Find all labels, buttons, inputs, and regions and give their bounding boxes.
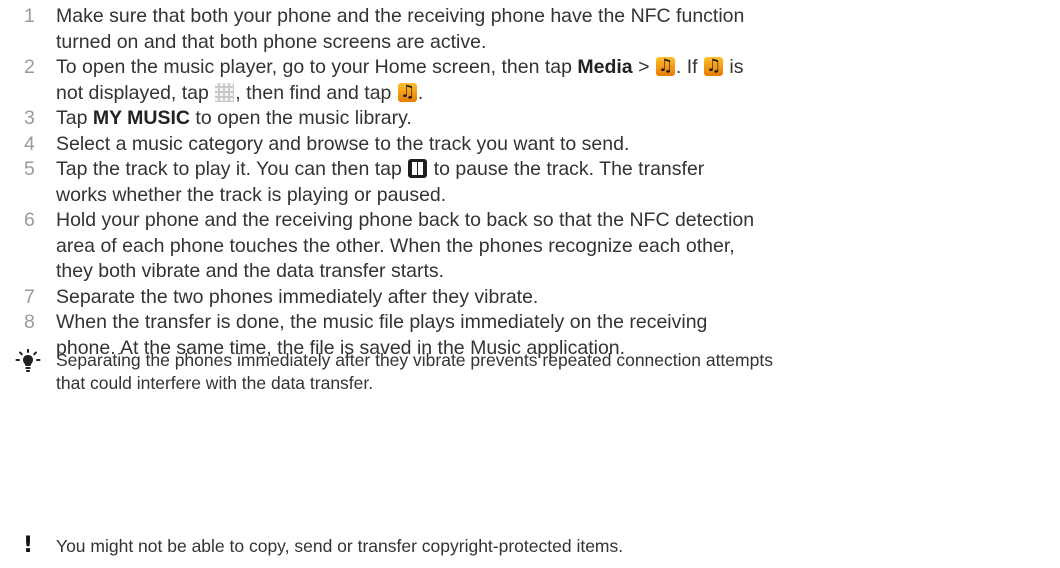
step-4: 4 Select a music category and browse to … <box>24 132 1044 158</box>
pause-icon <box>408 159 428 178</box>
warning-text: You might not be able to copy, send or t… <box>56 536 624 556</box>
step-text: Tap MY MUSIC to open the music library. <box>56 106 1044 132</box>
step-text: Hold your phone and the receiving phone … <box>56 208 1044 285</box>
step-line: To open the music player, go to your Hom… <box>56 55 1044 81</box>
step-line: When the transfer is done, the music fil… <box>56 311 708 333</box>
media-label: Media <box>577 56 633 78</box>
step-line: Hold your phone and the receiving phone … <box>56 209 755 231</box>
step-line: turned on and that both phone screens ar… <box>56 30 487 53</box>
exclamation-icon: ! <box>22 533 34 558</box>
step-text-fragment: not displayed, tap <box>56 81 215 104</box>
music-player-icon <box>703 55 723 77</box>
step-text: To open the music player, go to your Hom… <box>56 55 1044 106</box>
step-text-fragment: to pause the track. The transfer <box>428 158 705 180</box>
step-text-fragment: To open the music player, go to your Hom… <box>56 56 578 78</box>
step-text-fragment: is <box>723 56 744 78</box>
step-line: they both vibrate and the data transfer … <box>56 260 445 282</box>
step-6: 6 Hold your phone and the receiving phon… <box>24 208 1044 285</box>
step-text: Tap the track to play it. You can then t… <box>56 157 1044 208</box>
music-player-icon <box>397 81 417 103</box>
step-line: not displayed, tap , then find and tap . <box>56 81 1044 107</box>
step-line: area of each phone touches the other. Wh… <box>56 234 735 257</box>
music-player-icon <box>655 55 675 77</box>
step-text-fragment: > <box>632 56 655 78</box>
step-line: Tap MY MUSIC to open the music library. <box>56 106 1044 132</box>
step-line: Make sure that both your phone and the r… <box>56 5 745 27</box>
step-number: 6 <box>24 209 35 231</box>
step-line: works whether the track is playing or pa… <box>56 183 447 206</box>
tip-line: that could interfere with the data trans… <box>56 373 374 393</box>
step-5: 5 Tap the track to play it. You can then… <box>24 157 1044 208</box>
step-number: 4 <box>24 132 35 155</box>
tip-note: Separating the phones immediately after … <box>0 349 1060 395</box>
step-line: Select a music category and browse to th… <box>56 132 630 155</box>
step-text-fragment: , then find and tap <box>235 81 397 104</box>
step-number: 1 <box>24 5 35 27</box>
step-line: Tap the track to play it. You can then t… <box>56 157 1044 183</box>
step-number: 7 <box>24 285 35 308</box>
my-music-label: MY MUSIC <box>92 107 191 129</box>
step-text-fragment: Tap <box>56 107 93 129</box>
step-7: 7 Separate the two phones immediately af… <box>24 285 1044 311</box>
lightbulb-icon <box>15 349 41 372</box>
step-list: 1 Make sure that both your phone and the… <box>24 4 1044 361</box>
step-number: 2 <box>24 56 35 78</box>
step-line: Separate the two phones immediately afte… <box>56 285 539 308</box>
tip-line: Separating the phones immediately after … <box>56 350 773 370</box>
warning-note: ! You might not be able to copy, send or… <box>0 535 1060 558</box>
step-1: 1 Make sure that both your phone and the… <box>24 4 1044 55</box>
step-number: 8 <box>24 311 35 333</box>
step-number: 3 <box>24 107 35 129</box>
step-text-fragment: . If <box>675 56 703 78</box>
tip-text: Separating the phones immediately after … <box>56 349 1060 395</box>
step-text: Select a music category and browse to th… <box>56 132 1044 158</box>
step-text-fragment: Tap the track to play it. You can then t… <box>56 158 408 180</box>
step-text-fragment: . <box>417 81 424 104</box>
step-text-fragment: to open the music library. <box>190 107 412 129</box>
help-page: 1 Make sure that both your phone and the… <box>0 0 1060 568</box>
step-number: 5 <box>24 158 35 180</box>
application-grid-icon <box>215 82 235 102</box>
step-text: Separate the two phones immediately afte… <box>56 285 1044 311</box>
step-2: 2 To open the music player, go to your H… <box>24 55 1044 106</box>
step-text: Make sure that both your phone and the r… <box>56 4 1044 55</box>
step-3: 3 Tap MY MUSIC to open the music library… <box>24 106 1044 132</box>
